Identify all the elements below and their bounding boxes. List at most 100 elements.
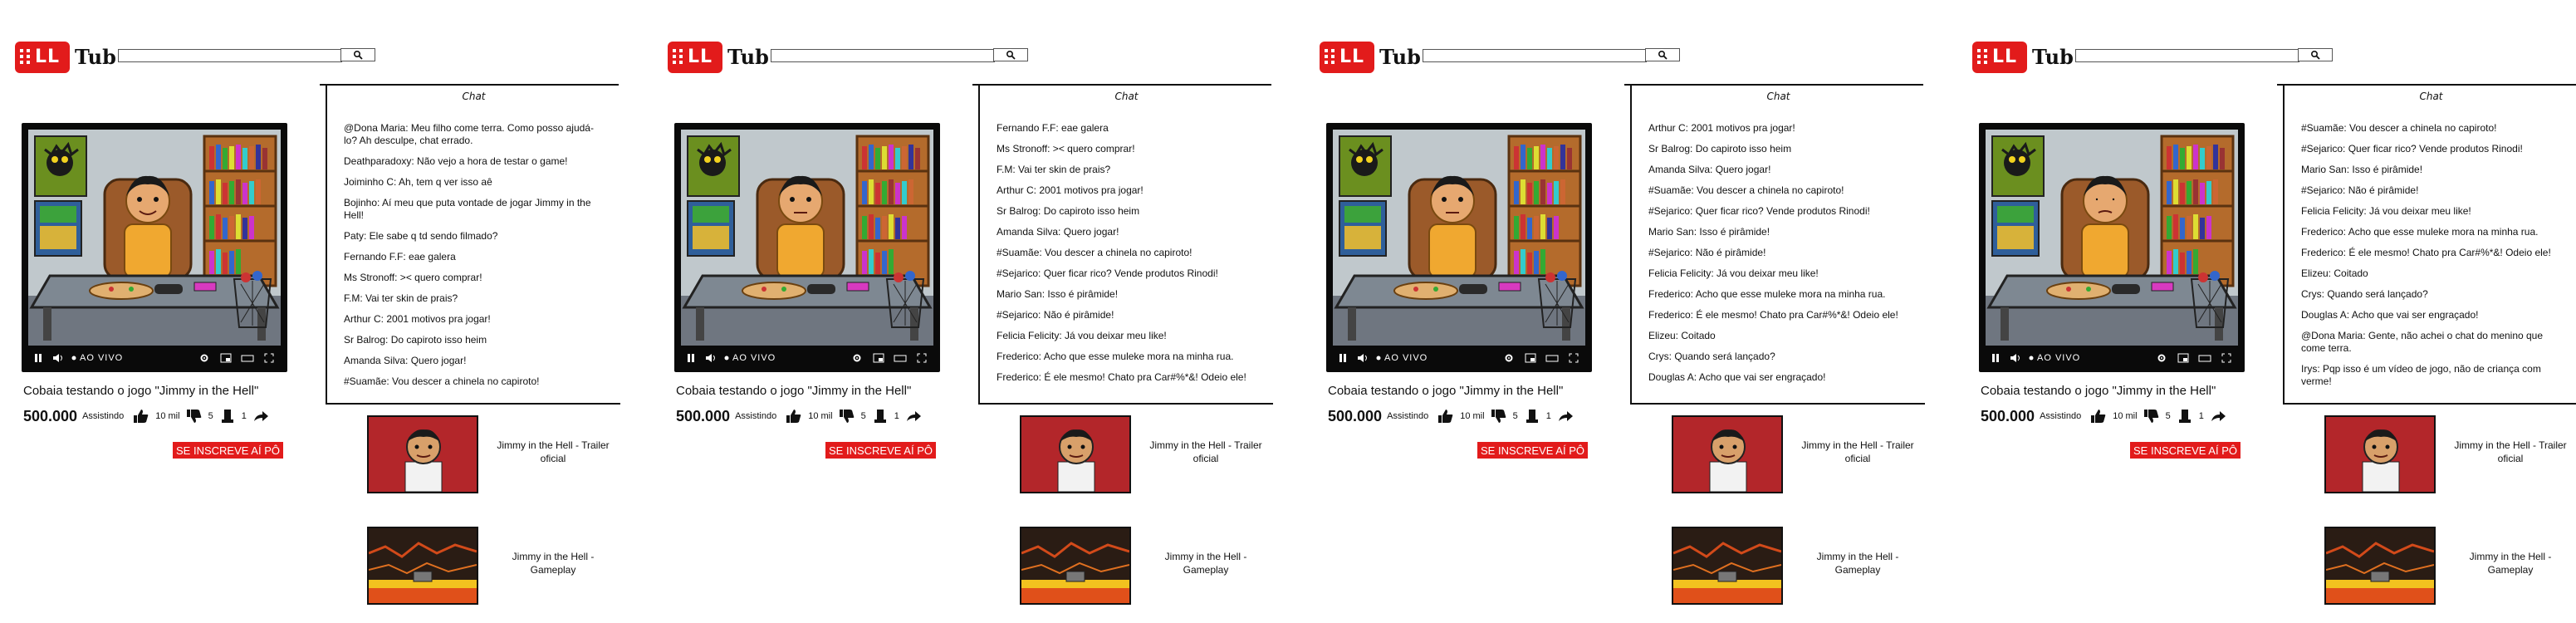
video-frame[interactable]: [681, 130, 933, 346]
share-button[interactable]: [1556, 407, 1574, 425]
volume-button[interactable]: [51, 351, 65, 365]
search-input[interactable]: [1423, 49, 1647, 62]
recommended-title[interactable]: Jimmy in the Hell - Gameplay: [1800, 550, 1916, 576]
recommended-video-gameplay[interactable]: Jimmy in the Hell - Gameplay: [2321, 527, 2570, 610]
logo-mark: LL: [1320, 42, 1374, 73]
recommended-thumbnail[interactable]: [367, 527, 478, 605]
save-button[interactable]: [218, 407, 237, 425]
dislike-button[interactable]: [1490, 407, 1508, 425]
pause-button[interactable]: [1336, 351, 1349, 365]
recommended-title[interactable]: Jimmy in the Hell - Trailer oficial: [1800, 439, 1916, 465]
recommended-thumbnail[interactable]: [1020, 415, 1131, 493]
theater-mode-button[interactable]: [2198, 351, 2211, 365]
controller: [2112, 284, 2140, 294]
recommended-video-trailer[interactable]: Jimmy in the Hell - Trailer oficial: [364, 415, 613, 498]
settings-button[interactable]: [198, 351, 211, 365]
miniplayer-button[interactable]: [219, 351, 233, 365]
fullscreen-button[interactable]: [2220, 351, 2233, 365]
recommended-video-trailer[interactable]: Jimmy in the Hell - Trailer oficial: [2321, 415, 2570, 498]
subscribe-button[interactable]: SE INSCREVE AÍ PÔ: [825, 442, 936, 459]
bookshelf: [1507, 135, 1582, 287]
recommended-title[interactable]: Jimmy in the Hell - Gameplay: [1148, 550, 1264, 576]
video-frame[interactable]: [1333, 130, 1585, 346]
save-button[interactable]: [2176, 407, 2194, 425]
fullscreen-button[interactable]: [915, 351, 928, 365]
subscribe-button[interactable]: SE INSCREVE AÍ PÔ: [1477, 442, 1588, 459]
search-icon: [1658, 50, 1668, 60]
like-button[interactable]: [1437, 407, 1455, 425]
settings-button[interactable]: [850, 351, 864, 365]
recommended-thumbnail[interactable]: [1020, 527, 1131, 605]
volume-button[interactable]: [2009, 351, 2022, 365]
subscribe-button[interactable]: SE INSCREVE AÍ PÔ: [2130, 442, 2241, 459]
recommended-title[interactable]: Jimmy in the Hell - Trailer oficial: [1148, 439, 1264, 465]
recommended-title[interactable]: Jimmy in the Hell - Gameplay: [495, 550, 611, 576]
volume-button[interactable]: [704, 351, 717, 365]
site-logo[interactable]: LL Tub: [664, 40, 771, 75]
site-logo[interactable]: LL Tub: [1316, 40, 1423, 75]
chat-message-list: Arthur C: 2001 motivos pra jogar! Sr Balr…: [1632, 122, 1925, 384]
settings-button[interactable]: [2155, 351, 2168, 365]
player-controls: AO VIVO: [1333, 349, 1585, 367]
theater-mode-button[interactable]: [894, 351, 907, 365]
site-logo[interactable]: LL Tub: [12, 40, 118, 75]
recommended-video-trailer[interactable]: Jimmy in the Hell - Trailer oficial: [1016, 415, 1266, 498]
stream-scene-illustration: [28, 130, 281, 346]
recommended-title[interactable]: Jimmy in the Hell - Trailer oficial: [495, 439, 611, 465]
like-button[interactable]: [132, 407, 150, 425]
chat-message: Felicia Felicity: Já vou deixar meu like…: [2301, 205, 2471, 217]
search-button[interactable]: [993, 48, 1028, 61]
settings-button[interactable]: [1502, 351, 1516, 365]
chat-message: Crys: Quando será lançado?: [2301, 288, 2428, 300]
site-logo[interactable]: LL Tub: [1969, 40, 2075, 75]
subscribe-button[interactable]: SE INSCREVE AÍ PÔ: [173, 442, 283, 459]
gear-icon: [2157, 354, 2166, 362]
recommended-video-gameplay[interactable]: Jimmy in the Hell - Gameplay: [1668, 527, 1917, 610]
share-arrow-icon: [906, 411, 921, 421]
volume-button[interactable]: [1356, 351, 1369, 365]
search-button[interactable]: [2298, 48, 2333, 61]
dislike-button[interactable]: [2143, 407, 2161, 425]
recommended-thumbnail[interactable]: [2324, 415, 2436, 493]
share-button[interactable]: [904, 407, 923, 425]
share-button[interactable]: [2209, 407, 2227, 425]
video-frame[interactable]: [1986, 130, 2238, 346]
save-button[interactable]: [1523, 407, 1541, 425]
save-button[interactable]: [871, 407, 889, 425]
miniplayer-button[interactable]: [2177, 351, 2190, 365]
miniplayer-button[interactable]: [872, 351, 885, 365]
pause-button[interactable]: [684, 351, 698, 365]
pause-button[interactable]: [1989, 351, 2002, 365]
recommended-title[interactable]: Jimmy in the Hell - Trailer oficial: [2452, 439, 2569, 465]
recommended-thumbnail[interactable]: [367, 415, 478, 493]
search-button[interactable]: [340, 48, 375, 61]
theater-mode-button[interactable]: [241, 351, 254, 365]
recommended-thumbnail[interactable]: [1672, 415, 1783, 493]
fullscreen-button[interactable]: [262, 351, 276, 365]
recommended-video-trailer[interactable]: Jimmy in the Hell - Trailer oficial: [1668, 415, 1917, 498]
pause-button[interactable]: [32, 351, 45, 365]
video-player[interactable]: AO VIVO: [1979, 123, 2245, 372]
search-input[interactable]: [2075, 49, 2299, 62]
miniplayer-button[interactable]: [1524, 351, 1537, 365]
video-frame[interactable]: [28, 130, 281, 346]
like-button[interactable]: [785, 407, 803, 425]
dislike-button[interactable]: [838, 407, 856, 425]
recommended-video-gameplay[interactable]: Jimmy in the Hell - Gameplay: [364, 527, 613, 610]
recommended-video-gameplay[interactable]: Jimmy in the Hell - Gameplay: [1016, 527, 1266, 610]
fullscreen-button[interactable]: [1567, 351, 1580, 365]
video-player[interactable]: AO VIVO: [22, 123, 287, 372]
video-player[interactable]: AO VIVO: [1326, 123, 1592, 372]
chat-message: Frederico: Acho que esse muleke mora na …: [2301, 226, 2539, 238]
recommended-thumbnail[interactable]: [2324, 527, 2436, 605]
like-button[interactable]: [2089, 407, 2108, 425]
search-input[interactable]: [771, 49, 995, 62]
share-button[interactable]: [252, 407, 270, 425]
theater-mode-button[interactable]: [1545, 351, 1559, 365]
search-button[interactable]: [1645, 48, 1680, 61]
dislike-button[interactable]: [185, 407, 203, 425]
recommended-title[interactable]: Jimmy in the Hell - Gameplay: [2452, 550, 2569, 576]
search-input[interactable]: [118, 49, 342, 62]
recommended-thumbnail[interactable]: [1672, 527, 1783, 605]
video-player[interactable]: AO VIVO: [674, 123, 940, 372]
